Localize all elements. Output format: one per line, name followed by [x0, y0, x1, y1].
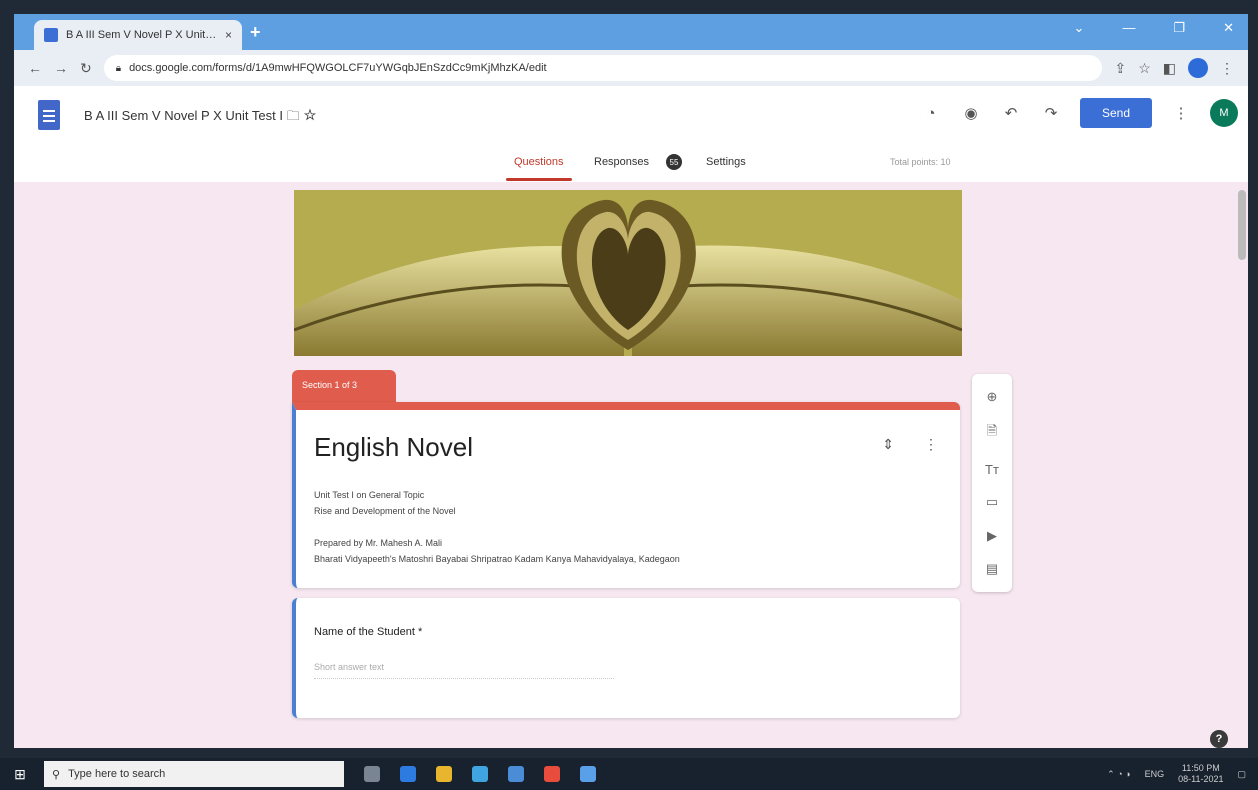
chevron-down-icon[interactable]: ⌄ — [1074, 20, 1085, 36]
total-points: Total points: 10 — [890, 157, 951, 167]
mail-icon[interactable] — [508, 766, 524, 782]
section-description-line: Unit Test I on General Topic — [314, 490, 425, 500]
send-button[interactable]: Send — [1080, 98, 1152, 128]
new-tab-button[interactable]: + — [250, 22, 261, 43]
add-title-icon[interactable]: Tт — [985, 462, 999, 477]
windows-start-icon[interactable]: ⊞ — [0, 758, 40, 790]
more-vert-icon[interactable]: ⋮ — [1170, 102, 1192, 124]
search-icon: ⚲ — [52, 768, 61, 781]
section-description-line: Bharati Vidyapeeth's Matoshri Bayabai Sh… — [314, 554, 680, 564]
notification-icon[interactable]: ▢ — [1237, 769, 1246, 780]
chrome-icon[interactable] — [544, 766, 560, 782]
add-video-icon[interactable]: ▶ — [987, 528, 997, 544]
question-label[interactable]: Name of the Student * — [314, 626, 422, 638]
form-canvas: Section 1 of 3 English Novel ⇕ ⋮ Unit Te… — [14, 182, 1248, 748]
folder-icon[interactable]: 🗀︎ — [287, 108, 300, 123]
extension-icon[interactable]: ◧ — [1163, 60, 1176, 77]
forms-header: B A III Sem V Novel P X Unit Test I 🗀︎ ☆… — [14, 86, 1248, 182]
address-bar[interactable]: 🔒︎ docs.google.com/forms/d/1A9mwHFQWGOLC… — [103, 55, 1103, 81]
browser-toolbar: ← → ↻ 🔒︎ docs.google.com/forms/d/1A9mwHF… — [14, 50, 1248, 86]
star-icon[interactable]: ☆ — [303, 108, 316, 123]
section-tag: Section 1 of 3 — [292, 370, 396, 402]
tray-icons[interactable]: ⌃ ◔ ◑ — [1107, 769, 1130, 780]
forms-logo-icon[interactable] — [38, 100, 60, 130]
add-image-icon[interactable]: ▭ — [986, 494, 998, 510]
reload-icon[interactable]: ↻ — [80, 60, 92, 77]
maximize-icon[interactable]: ❐ — [1173, 20, 1185, 36]
scrollbar[interactable] — [1238, 190, 1246, 260]
import-questions-icon[interactable]: 🗎︎ — [987, 422, 997, 444]
section-title[interactable]: English Novel — [314, 432, 473, 463]
tab-title: B A III Sem V Novel P X Unit Test I — [66, 29, 217, 41]
url-text: docs.google.com/forms/d/1A9mwHFQWGOLCF7u… — [129, 62, 547, 74]
window-controls: ⌄ — ❐ ✕ — [1074, 20, 1234, 36]
clock-time: 11:50 PM — [1181, 763, 1220, 774]
system-tray: ⌃ ◔ ◑ ENG 11:50 PM 08-11-2021 ▢ — [1107, 763, 1246, 785]
question-card[interactable]: Name of the Student * Short answer text — [292, 598, 960, 718]
preview-eye-icon[interactable]: ◉ — [960, 102, 982, 124]
help-icon[interactable]: ? — [1210, 730, 1228, 748]
minimize-icon[interactable]: — — [1122, 20, 1135, 36]
add-section-icon[interactable]: ▤ — [986, 561, 998, 577]
taskbar-search[interactable]: ⚲ Type here to search — [44, 761, 344, 787]
responses-count-badge: 55 — [666, 154, 682, 170]
app-icon[interactable] — [580, 766, 596, 782]
clock-date: 08-11-2021 — [1178, 774, 1224, 784]
star-icon[interactable]: ☆ — [1138, 60, 1151, 77]
browser-tab[interactable]: B A III Sem V Novel P X Unit Test I × — [34, 20, 242, 50]
store-icon[interactable] — [472, 766, 488, 782]
close-tab-icon[interactable]: × — [225, 28, 232, 42]
more-vert-icon[interactable]: ⋮ — [924, 436, 938, 453]
edge-icon[interactable] — [400, 766, 416, 782]
more-vert-icon[interactable]: ⋮ — [1220, 60, 1234, 77]
tab-questions[interactable]: Questions — [506, 156, 571, 181]
form-title-text: B A III Sem V Novel P X Unit Test I — [84, 108, 283, 123]
forms-favicon-icon — [44, 28, 58, 42]
close-window-icon[interactable]: ✕ — [1223, 20, 1234, 36]
file-explorer-icon[interactable] — [436, 766, 452, 782]
section-card-menu: ⇕ ⋮ — [882, 436, 938, 453]
section-description-line: Prepared by Mr. Mahesh A. Mali — [314, 538, 443, 548]
lock-icon: 🔒︎ — [115, 62, 122, 74]
language-indicator[interactable]: ENG — [1145, 769, 1165, 779]
palette-icon[interactable]: ◔ — [920, 102, 942, 124]
taskbar-search-placeholder: Type here to search — [68, 768, 166, 780]
add-question-icon[interactable]: ⊕ — [987, 389, 998, 405]
header-tools: ◔ ◉ ↶ ↷ Send ⋮ M — [920, 98, 1248, 128]
clock[interactable]: 11:50 PM 08-11-2021 — [1178, 763, 1223, 785]
form-title[interactable]: B A III Sem V Novel P X Unit Test I 🗀︎ ☆ — [84, 107, 317, 129]
tab-settings[interactable]: Settings — [706, 156, 746, 168]
redo-icon[interactable]: ↷ — [1040, 102, 1062, 124]
header-image[interactable] — [294, 190, 962, 356]
section-description-line: Rise and Development of the Novel — [314, 506, 456, 516]
profile-avatar[interactable] — [1188, 58, 1208, 78]
forward-icon[interactable]: → — [54, 60, 68, 76]
back-icon[interactable]: ← — [28, 60, 42, 76]
form-tabs: Questions Responses 55 Settings Total po… — [14, 148, 1248, 182]
share-icon[interactable]: ⇪ — [1114, 60, 1126, 77]
section-header-card[interactable]: English Novel ⇕ ⋮ Unit Test I on General… — [292, 402, 960, 588]
windows-taskbar: ⊞ ⚲ Type here to search ⌃ ◔ ◑ ENG 11:50 … — [0, 758, 1258, 790]
avatar[interactable]: M — [1210, 99, 1238, 127]
browser-tab-bar: B A III Sem V Novel P X Unit Test I × + … — [14, 14, 1248, 50]
taskbar-apps — [364, 766, 596, 782]
collapse-icon[interactable]: ⇕ — [882, 436, 894, 453]
undo-icon[interactable]: ↶ — [1000, 102, 1022, 124]
task-view-icon[interactable] — [364, 766, 380, 782]
short-answer-field: Short answer text — [314, 662, 614, 679]
tab-responses[interactable]: Responses — [594, 156, 649, 168]
question-toolbox: ⊕ 🗎︎ Tт ▭ ▶ ▤ — [972, 374, 1012, 592]
